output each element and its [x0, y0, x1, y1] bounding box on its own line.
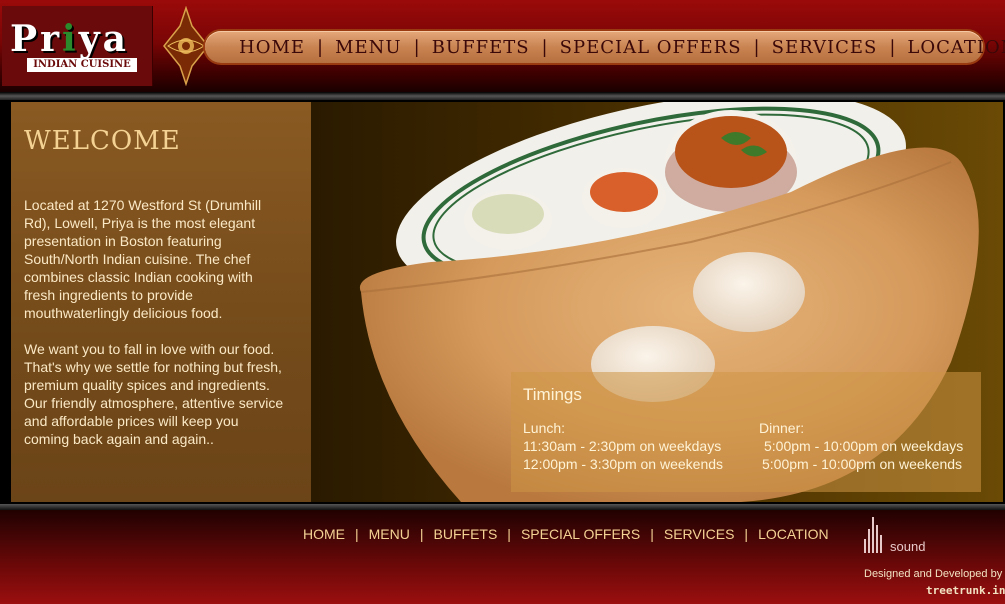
nav-separator: | — [753, 36, 760, 58]
welcome-paragraph-1: Located at 1270 Westford St (Drumhill Rd… — [24, 197, 262, 321]
dinner-label: Dinner: — [759, 420, 805, 436]
welcome-title: WELCOME — [24, 126, 181, 156]
credit-brand-link[interactable]: treetrunk.in — [926, 584, 1005, 597]
footer-nav-separator: | — [744, 526, 749, 542]
main-content: WELCOME Located at 1270 Westford St (Dru… — [0, 100, 1005, 504]
footer-nav-item-home[interactable]: HOME — [303, 526, 345, 542]
main-nav-items: HOME | MENU | BUFFETS | SPECIAL OFFERS | SERVICE… — [205, 31, 1005, 63]
sound-toggle[interactable]: sound — [862, 515, 942, 555]
footer-divider — [0, 504, 1005, 510]
nav-separator: | — [889, 36, 896, 58]
nav-item-home[interactable]: HOME — [239, 37, 305, 58]
footer-nav-separator: | — [419, 526, 424, 542]
logo-name: Priya — [10, 18, 129, 60]
dinner-weekdays: 5:00pm - 10:00pm on weekdays — [764, 438, 964, 454]
footer-nav-separator: | — [507, 526, 511, 542]
footer-nav-item-buffets[interactable]: BUFFETS — [434, 526, 498, 542]
nav-item-buffets[interactable]: BUFFETS — [432, 37, 530, 58]
lunch-weekdays: 11:30am - 2:30pm on weekdays — [523, 438, 722, 454]
logo-subtitle: INDIAN CUISINE — [27, 58, 137, 72]
lunch-weekends: 12:00pm - 3:30pm on weekends — [523, 456, 724, 472]
header-divider — [0, 92, 1005, 100]
footer — [0, 504, 1005, 604]
footer-nav-item-special-offers[interactable]: SPECIAL OFFERS — [521, 526, 640, 542]
footer-nav-separator: | — [650, 526, 654, 542]
nav-separator: | — [317, 36, 324, 58]
nav-separator: | — [541, 36, 548, 58]
welcome-panel: WELCOME Located at 1270 Westford St (Dru… — [11, 102, 311, 502]
lunch-label: Lunch: — [523, 420, 566, 436]
welcome-paragraph-2: We want you to fall in love with our foo… — [24, 341, 284, 447]
nav-item-special-offers[interactable]: SPECIAL OFFERS — [560, 37, 742, 58]
dinner-timings: Dinner: 5:00pm - 10:00pm on weekdays 5:0… — [759, 419, 963, 473]
main-nav: HOME | MENU | BUFFETS | SPECIAL OFFERS | SERVICE… — [205, 31, 1005, 63]
footer-nav-item-services[interactable]: SERVICES — [664, 526, 735, 542]
footer-nav-item-location[interactable]: LOCATION — [758, 526, 829, 542]
footer-nav: HOME | MENU | BUFFETS | SPECIAL OFFERS | SERVICE… — [303, 526, 829, 542]
sound-bars-icon — [864, 517, 882, 553]
timings-box: Timings Lunch: 11:30am - 2:30pm on weekd… — [511, 372, 981, 492]
lunch-timings: Lunch: 11:30am - 2:30pm on weekdays 12:0… — [523, 419, 723, 473]
footer-nav-item-menu[interactable]: MENU — [369, 526, 410, 542]
sound-label: sound — [890, 539, 926, 554]
nav-item-services[interactable]: SERVICES — [772, 37, 878, 58]
footer-nav-separator: | — [355, 526, 359, 542]
hero-image: Timings Lunch: 11:30am - 2:30pm on weekd… — [311, 102, 1003, 502]
nav-item-location[interactable]: LOCATION — [907, 37, 1005, 58]
dinner-weekends: 5:00pm - 10:00pm on weekends — [762, 456, 963, 472]
nav-item-menu[interactable]: MENU — [335, 37, 402, 58]
timings-title: Timings — [523, 385, 582, 404]
credit-text: Designed and Developed by — [864, 568, 1003, 580]
logo[interactable]: Priya INDIAN CUISINE — [2, 6, 153, 86]
nav-separator: | — [413, 36, 420, 58]
